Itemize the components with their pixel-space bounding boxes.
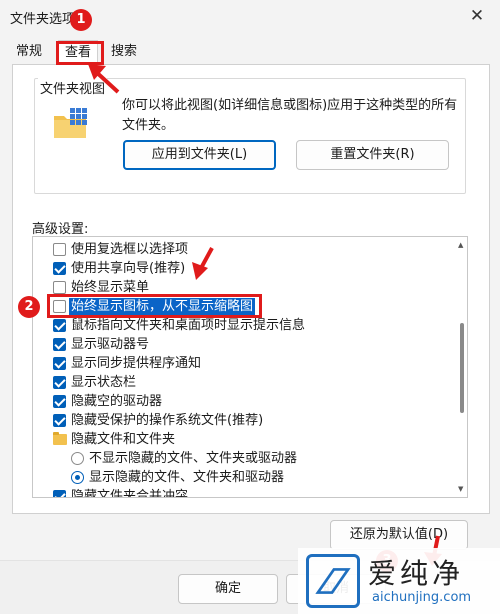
watermark-url: aichunjing.com xyxy=(372,590,472,605)
annotation-arrows xyxy=(88,64,442,566)
arrow-icon xyxy=(192,247,214,280)
watermark-title: 爱纯净 xyxy=(368,557,465,590)
arrow-icon xyxy=(88,64,120,94)
watermark: 爱纯净 aichunjing.com xyxy=(298,548,500,614)
watermark-logo-icon xyxy=(306,554,360,608)
